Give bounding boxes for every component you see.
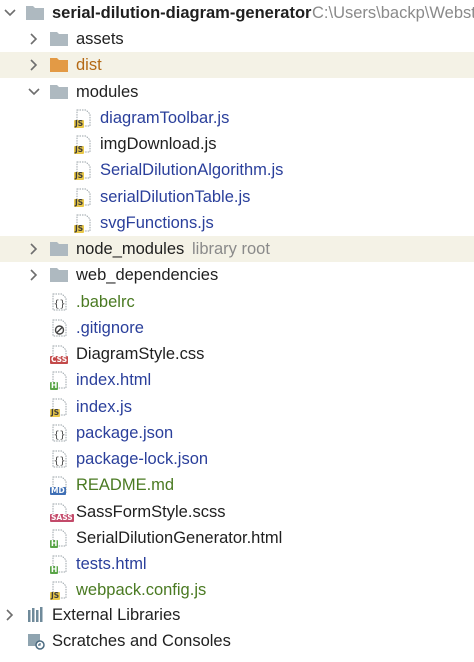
tree-row[interactable]: JS svgFunctions.js	[0, 210, 474, 236]
scratches-row[interactable]: Scratches and Consoles	[0, 628, 474, 654]
folder-icon	[49, 30, 69, 48]
tree-item-label: index.js	[76, 398, 132, 416]
library-bars-icon	[26, 606, 46, 624]
tree-item-label: .gitignore	[76, 319, 144, 337]
file-type-badge: JS	[74, 145, 85, 154]
file-type-badge: JS	[50, 408, 61, 417]
tree-item-label: SerialDilutionAlgorithm.js	[100, 161, 284, 179]
tree-row[interactable]: Hindex.html	[0, 367, 474, 393]
tree-row[interactable]: H SerialDilutionGenerator.html	[0, 525, 474, 551]
chevron-right-icon[interactable]	[26, 31, 42, 47]
tree-item-label: serialDilutionTable.js	[100, 188, 251, 206]
file-type-badge: JS	[74, 224, 85, 233]
folder-icon	[49, 83, 69, 101]
chevron-down-icon[interactable]	[2, 5, 18, 21]
tree-root-row[interactable]: serial-dilution-diagram-generator C:\Use…	[0, 0, 474, 26]
tree-row[interactable]: JS index.js	[0, 394, 474, 420]
file-type-badge: JS	[74, 171, 85, 180]
tree-row[interactable]: JS webpack.config.js	[0, 577, 474, 603]
gitignore-file-icon	[49, 319, 69, 337]
svg-text:{}: {}	[53, 456, 65, 467]
file-type-badge: JS	[74, 198, 85, 207]
tree-row[interactable]: JS serialDilutionTable.js	[0, 184, 474, 210]
tree-row[interactable]: {} package.json	[0, 420, 474, 446]
tree-row[interactable]: CSS DiagramStyle.css	[0, 341, 474, 367]
scratches-icon	[26, 632, 46, 650]
file-type-badge: JS	[50, 591, 61, 600]
tree-item-label: modules	[76, 83, 139, 101]
scratches-label: Scratches and Consoles	[52, 632, 231, 650]
tree-item-label: DiagramStyle.css	[76, 345, 205, 363]
tree-item-label: tests.html	[76, 555, 147, 573]
tree-item-label: README.md	[76, 476, 175, 494]
folder-icon	[25, 4, 45, 22]
tree-row[interactable]: web_dependencies	[0, 262, 474, 288]
tree-row[interactable]: modules	[0, 79, 474, 105]
svg-text:{}: {}	[53, 430, 65, 441]
tree-row[interactable]: dist	[0, 52, 474, 78]
tree-row[interactable]: SASS SassFormStyle.scss	[0, 499, 474, 525]
tree-item-label: assets	[76, 30, 124, 48]
tree-row[interactable]: JS imgDownload.js	[0, 131, 474, 157]
external-libraries-row[interactable]: External Libraries	[0, 602, 474, 628]
tree-row[interactable]: JS SerialDilutionAlgorithm.js	[0, 157, 474, 183]
file-type-badge: CSS	[50, 355, 69, 364]
chevron-right-icon[interactable]	[26, 57, 42, 73]
tree-item-label: webpack.config.js	[76, 581, 207, 599]
project-tree: serial-dilution-diagram-generator C:\Use…	[0, 0, 474, 662]
tree-item-label: package-lock.json	[76, 450, 209, 468]
project-name: serial-dilution-diagram-generator	[52, 4, 312, 22]
tree-item-label: imgDownload.js	[100, 135, 217, 153]
tree-row[interactable]: .gitignore	[0, 315, 474, 341]
json-file-icon: {}	[49, 450, 69, 468]
tree-item-label: diagramToolbar.js	[100, 109, 230, 127]
tree-item-label: package.json	[76, 424, 174, 442]
file-type-badge: H	[50, 381, 59, 390]
tree-row[interactable]: {} .babelrc	[0, 289, 474, 315]
library-root-hint: library root	[192, 240, 270, 258]
external-libraries-label: External Libraries	[52, 606, 181, 624]
file-type-badge: SASS	[50, 513, 74, 522]
chevron-down-icon[interactable]	[26, 84, 42, 100]
tree-item-label: svgFunctions.js	[100, 214, 214, 232]
file-type-badge: JS	[74, 119, 85, 128]
svg-text:{}: {}	[53, 299, 65, 310]
file-type-badge: MD	[50, 486, 66, 495]
file-type-badge: H	[50, 539, 59, 548]
tree-row[interactable]: Htests.html	[0, 551, 474, 577]
tree-item-label: index.html	[76, 371, 152, 389]
tree-item-label: .babelrc	[76, 293, 135, 311]
tree-item-label: SerialDilutionGenerator.html	[76, 529, 283, 547]
tree-item-label: node_modules	[76, 240, 185, 258]
tree-row[interactable]: MD README.md	[0, 472, 474, 498]
json-file-icon: {}	[49, 293, 69, 311]
folder-icon	[49, 266, 69, 284]
project-path: C:\Users\backp\Webstc	[312, 4, 474, 22]
tree-item-label: dist	[76, 56, 102, 74]
tree-row[interactable]: {} package-lock.json	[0, 446, 474, 472]
chevron-right-icon[interactable]	[2, 607, 18, 623]
tree-item-label: web_dependencies	[76, 266, 219, 284]
excluded-folder-icon	[49, 56, 69, 74]
file-type-badge: H	[50, 565, 59, 574]
tree-row[interactable]: assets	[0, 26, 474, 52]
tree-row[interactable]: JS diagramToolbar.js	[0, 105, 474, 131]
tree-row[interactable]: node_modules library root	[0, 236, 474, 262]
tree-item-label: SassFormStyle.scss	[76, 503, 226, 521]
chevron-right-icon[interactable]	[26, 241, 42, 257]
library-folder-icon	[49, 240, 69, 258]
chevron-right-icon[interactable]	[26, 267, 42, 283]
json-file-icon: {}	[49, 424, 69, 442]
